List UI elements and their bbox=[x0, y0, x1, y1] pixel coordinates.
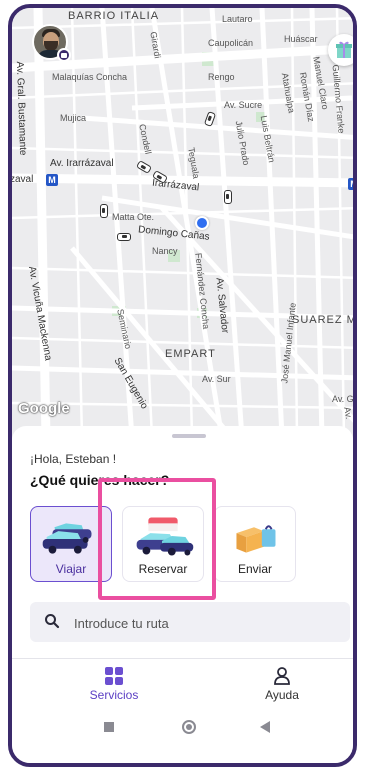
map-label-av-sur: Av. Sur bbox=[202, 374, 231, 384]
map-label-irarrazaval: Av. Irarrázaval bbox=[50, 158, 114, 169]
gift-button[interactable] bbox=[328, 34, 353, 66]
map-label-mujica: Mujica bbox=[60, 113, 87, 123]
android-system-bar bbox=[12, 708, 353, 748]
google-logo: Google bbox=[18, 400, 70, 417]
option-enviar[interactable]: Enviar bbox=[214, 506, 296, 582]
taxi-car-icon bbox=[100, 204, 108, 218]
package-delivery-illustration bbox=[236, 525, 276, 553]
nav-services-label: Servicios bbox=[89, 688, 139, 702]
gift-icon bbox=[336, 41, 352, 58]
greeting-text: ¡Hola, Esteban ! bbox=[30, 452, 117, 466]
map-label-empart: EMPART bbox=[165, 348, 216, 360]
phone-frame: BARRIO ITALIA Lautaro Caupolicán Huáscar… bbox=[8, 4, 357, 767]
route-search-bar[interactable] bbox=[30, 602, 350, 642]
map-view[interactable]: BARRIO ITALIA Lautaro Caupolicán Huáscar… bbox=[12, 8, 353, 438]
back-icon[interactable] bbox=[260, 721, 270, 733]
current-location-dot bbox=[195, 216, 209, 230]
metro-icon: M bbox=[348, 178, 353, 190]
user-help-icon bbox=[274, 667, 290, 685]
taxi-car-icon bbox=[224, 190, 232, 204]
taxi-car-icon bbox=[117, 233, 131, 241]
map-label-huascar: Huáscar bbox=[284, 34, 318, 44]
grid-icon bbox=[105, 667, 123, 685]
nav-tab-help[interactable]: Ayuda bbox=[232, 662, 332, 708]
map-label-malaquias: Malaquías Concha bbox=[52, 72, 128, 82]
nav-divider bbox=[12, 658, 353, 659]
map-label-zaval: zaval bbox=[10, 174, 34, 185]
map-label-av-sucre: Av. Sucre bbox=[224, 100, 263, 110]
map-label-barrio: BARRIO ITALIA bbox=[68, 10, 160, 22]
search-icon bbox=[45, 614, 60, 629]
map-label-caupolican: Caupolicán bbox=[208, 38, 254, 48]
nav-tab-services[interactable]: Servicios bbox=[64, 662, 164, 708]
map-label-av-gre: Av. Gre bbox=[332, 394, 357, 404]
sheet-drag-handle[interactable] bbox=[172, 434, 206, 438]
avatar-badge-icon bbox=[57, 48, 71, 62]
option-enviar-label: Enviar bbox=[237, 562, 272, 576]
metro-icon: M bbox=[46, 174, 58, 186]
map-label-lautaro: Lautaro bbox=[222, 14, 253, 24]
recent-apps-icon[interactable] bbox=[104, 722, 114, 732]
map-label-av: Av. bbox=[342, 406, 355, 420]
reservar-highlight-annotation bbox=[98, 478, 216, 600]
nav-help-label: Ayuda bbox=[265, 688, 299, 702]
route-search-input[interactable] bbox=[72, 611, 336, 635]
map-label-nancy: Nancy bbox=[152, 246, 178, 256]
map-label-matta-ote: Matta Ote. bbox=[112, 212, 155, 222]
map-label-suarez: SUAREZ MUJ bbox=[292, 314, 357, 326]
map-label-rengo: Rengo bbox=[208, 72, 235, 82]
home-icon[interactable] bbox=[182, 720, 196, 734]
